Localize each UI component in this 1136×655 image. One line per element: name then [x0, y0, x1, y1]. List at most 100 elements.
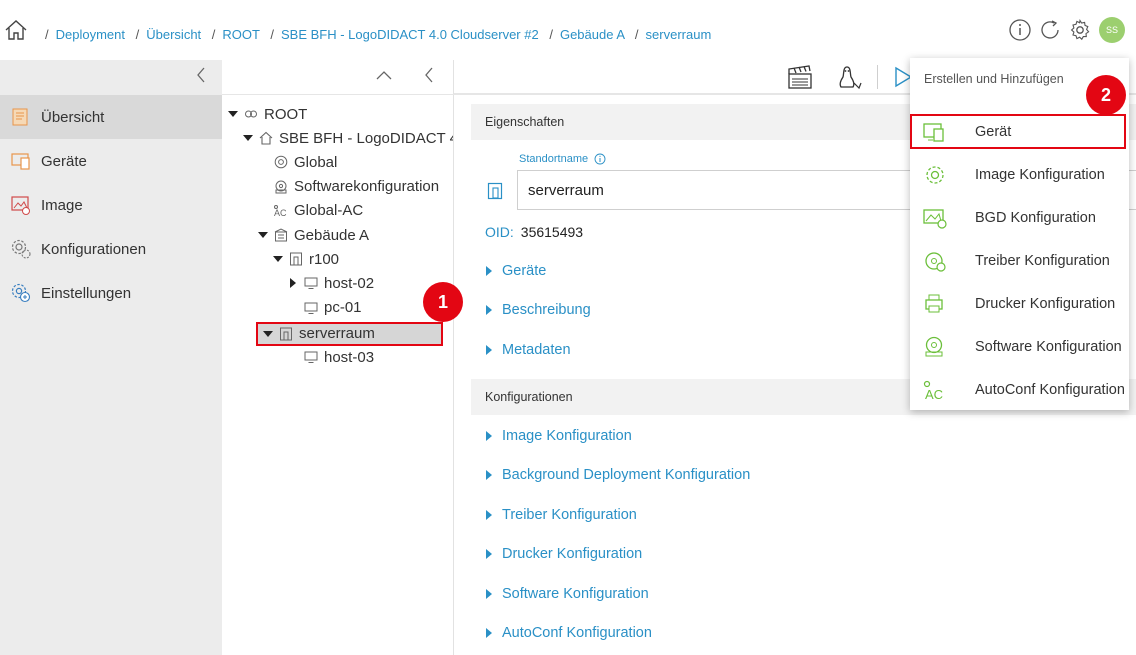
- breadcrumb-item-serverraum[interactable]: serverraum: [646, 27, 712, 42]
- accordion-config-section[interactable]: Software Konfiguration: [485, 584, 649, 604]
- caret-right-icon: [486, 549, 492, 560]
- tree-node[interactable]: ROOT: [228, 103, 307, 125]
- caret-down-icon[interactable]: [258, 230, 268, 240]
- tree-node-label: r100: [309, 250, 340, 268]
- overview-icon: [12, 108, 28, 126]
- refresh-icon[interactable]: [1038, 18, 1062, 42]
- breadcrumb-item-root[interactable]: ROOT: [222, 27, 259, 42]
- dropdown-item[interactable]: Drucker Konfiguration: [910, 282, 1129, 325]
- breadcrumb-separator: /: [549, 27, 553, 42]
- tree-node[interactable]: AC Global-AC: [258, 200, 363, 222]
- dropdown-item-label: AutoConf Konfiguration: [975, 381, 1125, 398]
- accordion-property-section[interactable]: Metadaten: [485, 340, 571, 360]
- tree-node[interactable]: SBE BFH - LogoDIDACT 4.0: [243, 127, 454, 149]
- tree-node[interactable]: pc-01: [288, 297, 362, 319]
- room-icon: [487, 182, 503, 200]
- tree-node-label: SBE BFH - LogoDIDACT 4.0: [279, 129, 454, 147]
- top-bar: / Deployment / Übersicht / ROOT / SBE BFH - …: [0, 0, 1136, 60]
- sidebar-item-image[interactable]: Image: [0, 183, 222, 227]
- location-field-label: Standortname: [519, 153, 606, 165]
- accordion-config-section[interactable]: Treiber Konfiguration: [485, 505, 637, 525]
- dropdown-item[interactable]: BGD Konfiguration: [910, 196, 1129, 239]
- dropdown-item[interactable]: Treiber Konfiguration: [910, 239, 1129, 282]
- sidebar-item-settings[interactable]: Einstellungen: [0, 271, 222, 315]
- chevron-left-icon[interactable]: [194, 66, 208, 84]
- autoconf-config-icon: AC: [923, 380, 943, 401]
- header-actions: SS: [1008, 17, 1125, 43]
- device-add-icon: [923, 122, 944, 142]
- tree-node-label: Global-AC: [294, 202, 364, 220]
- accordion-label: Background Deployment Konfiguration: [502, 467, 751, 484]
- dropdown-item[interactable]: Software Konfiguration: [910, 325, 1129, 368]
- breadcrumb-item-overview[interactable]: Übersicht: [146, 27, 201, 42]
- sidebar-item-devices[interactable]: Geräte: [0, 139, 222, 183]
- chevron-left-icon[interactable]: [422, 66, 436, 84]
- dropdown-item-label: Software Konfiguration: [975, 338, 1122, 355]
- caret-down-icon[interactable]: [243, 133, 253, 143]
- clapperboard-icon[interactable]: [786, 64, 814, 90]
- caret-down-icon[interactable]: [228, 109, 238, 119]
- caret-right-icon: [486, 266, 492, 276]
- caret-right-icon: [486, 470, 492, 481]
- root-icon: [245, 110, 257, 118]
- breadcrumb-item-server[interactable]: SBE BFH - LogoDIDACT 4.0 Cloudserver #2: [281, 27, 539, 42]
- tree-node[interactable]: host-02: [288, 272, 374, 294]
- global-icon: [274, 156, 288, 169]
- info-icon[interactable]: [594, 153, 606, 165]
- annotation-badge-1: 1: [423, 282, 463, 322]
- devices-icon: [11, 153, 30, 170]
- tree-node[interactable]: Softwarekonfiguration: [258, 176, 439, 198]
- accordion-config-section[interactable]: Drucker Konfiguration: [485, 544, 642, 564]
- accordion-config-section[interactable]: Image Konfiguration: [485, 426, 632, 446]
- dropdown-item-label: Treiber Konfiguration: [975, 252, 1110, 269]
- caret-right-icon[interactable]: [288, 278, 298, 289]
- sidebar-item-label: Einstellungen: [41, 284, 132, 302]
- image-icon: [11, 196, 30, 215]
- tree-node[interactable]: serverraum: [256, 321, 443, 346]
- tree-node[interactable]: Gebäude A: [258, 224, 369, 246]
- dropdown-item[interactable]: Gerät: [910, 114, 1126, 149]
- info-icon[interactable]: [1008, 18, 1032, 42]
- sidebar-item-configurations[interactable]: Konfigurationen: [0, 227, 222, 271]
- home-icon[interactable]: [4, 18, 28, 42]
- monitor-icon: [304, 277, 318, 290]
- accordion-label: Metadaten: [502, 341, 571, 358]
- location-label-text: Standortname: [519, 153, 589, 165]
- avatar[interactable]: SS: [1099, 17, 1125, 43]
- breadcrumb-item-deployment[interactable]: Deployment: [56, 27, 125, 42]
- room-icon: [280, 327, 292, 341]
- svg-text:AC: AC: [925, 387, 943, 401]
- oid-label: OID:: [485, 224, 514, 240]
- breadcrumb-separator: /: [634, 27, 639, 42]
- tree-node[interactable]: host-03: [288, 346, 374, 368]
- linux-icon[interactable]: [836, 65, 864, 91]
- accordion-config-section[interactable]: Background Deployment Konfiguration: [485, 465, 750, 485]
- chevron-up-icon[interactable]: [375, 69, 393, 81]
- gear-icon[interactable]: [1068, 18, 1092, 42]
- accordion-label: Treiber Konfiguration: [502, 506, 637, 523]
- caret-down-icon[interactable]: [263, 329, 273, 339]
- sidebar-item-overview[interactable]: Übersicht: [0, 95, 222, 139]
- accordion-label: Image Konfiguration: [502, 428, 632, 444]
- sidebar-item-label: Geräte: [41, 152, 87, 170]
- toolbar-divider: [877, 65, 878, 89]
- sidebar-item-label: Image: [41, 196, 83, 214]
- caret-right-icon: [486, 305, 492, 316]
- building-icon: [274, 228, 288, 242]
- tree-node[interactable]: Global: [258, 151, 337, 173]
- image-config-icon: [926, 165, 944, 184]
- breadcrumb-item-building[interactable]: Gebäude A: [560, 27, 624, 42]
- accordion-label: Software Konfiguration: [502, 585, 649, 602]
- accordion-property-section[interactable]: Geräte: [485, 261, 546, 281]
- accordion-property-section[interactable]: Beschreibung: [485, 300, 591, 320]
- accordion-label: Drucker Konfiguration: [502, 546, 643, 563]
- accordion-config-section[interactable]: AutoConf Konfiguration: [485, 623, 652, 643]
- home-icon: [259, 131, 273, 145]
- tree-node[interactable]: r100: [273, 248, 339, 270]
- bgd-config-icon: [923, 208, 947, 229]
- caret-down-icon[interactable]: [273, 254, 283, 264]
- dropdown-item[interactable]: Image Konfiguration: [910, 153, 1129, 196]
- oid-row: OID: 35615493: [485, 224, 583, 240]
- dropdown-item[interactable]: AC AutoConf Konfiguration: [910, 368, 1129, 411]
- sidebar-item-label: Übersicht: [41, 108, 105, 126]
